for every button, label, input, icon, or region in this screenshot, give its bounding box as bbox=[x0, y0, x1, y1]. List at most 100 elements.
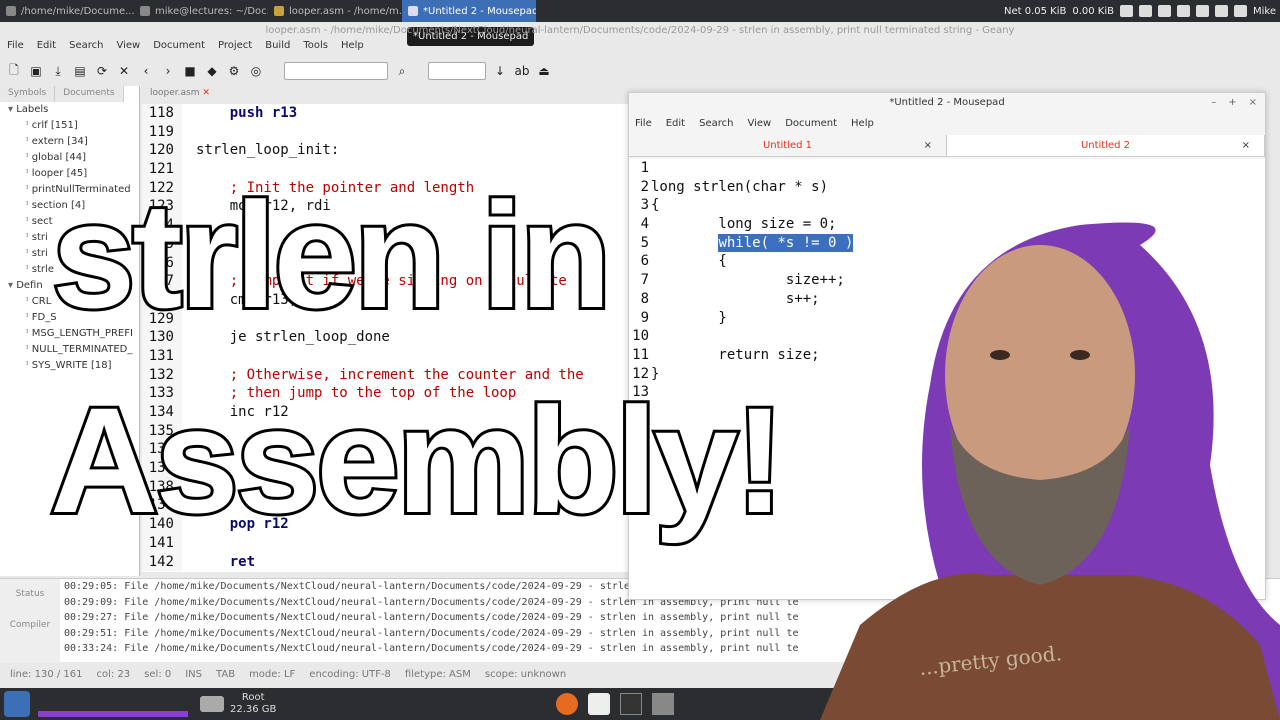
compile-icon[interactable]: ■ bbox=[182, 63, 198, 79]
line-number: 131 bbox=[142, 346, 182, 366]
code-text: push r13 bbox=[196, 105, 298, 121]
status-field: scope: unknown bbox=[484, 668, 567, 680]
run-icon[interactable]: ⚙ bbox=[226, 63, 242, 79]
code-text: strlen_loop_init: bbox=[196, 142, 340, 159]
window-close-icon[interactable]: × bbox=[1249, 93, 1257, 113]
geany-toolbar: 🗋 ▣ ⤓ ▤ ⟳ ✕ ‹ › ■ ◆ ⚙ ◎ ⌕ ↓ ab ⏏ bbox=[0, 58, 1280, 84]
task-file-manager[interactable]: /home/mike/Docume... bbox=[0, 0, 134, 22]
maximize-icon[interactable]: + bbox=[1228, 93, 1236, 113]
editor-launcher-icon[interactable] bbox=[588, 693, 611, 715]
file-tab[interactable]: looper.asm ✕ bbox=[142, 86, 218, 102]
task-geany[interactable]: looper.asm - /home/m... bbox=[268, 0, 402, 22]
volume-icon[interactable] bbox=[1234, 5, 1247, 17]
tab-untitled-1[interactable]: Untitled 1 × bbox=[629, 135, 947, 156]
menu-edit[interactable]: Edit bbox=[37, 40, 56, 56]
tab-status[interactable]: Status bbox=[0, 579, 60, 610]
user-label[interactable]: Mike bbox=[1253, 6, 1276, 17]
eject-icon[interactable] bbox=[1120, 5, 1133, 17]
code-text: ret bbox=[196, 553, 256, 570]
log-line: 00:29:27: File /home/mike/Documents/Next… bbox=[64, 612, 799, 623]
menu-build[interactable]: Build bbox=[265, 40, 290, 56]
tree-item[interactable]: ᶦ SYS_WRITE [18] bbox=[0, 358, 139, 374]
build-icon[interactable]: ◆ bbox=[204, 63, 220, 79]
mp-line-number: 11 bbox=[632, 346, 649, 363]
log-line: 00:33:24: File /home/mike/Documents/Next… bbox=[64, 643, 799, 654]
tab-close-icon[interactable]: × bbox=[924, 135, 932, 157]
eject-icon-2[interactable] bbox=[1139, 5, 1152, 17]
mp-menu-document[interactable]: Document bbox=[785, 113, 837, 135]
mp-line-number: 4 bbox=[640, 216, 649, 233]
minimize-icon[interactable]: – bbox=[1211, 93, 1216, 113]
save-icon[interactable]: ⤓ bbox=[50, 63, 66, 79]
geany-window-title: looper.asm - /home/mike/Documents/NextCl… bbox=[265, 25, 1015, 36]
close-icon[interactable]: ✕ bbox=[116, 63, 132, 79]
top-taskbar: /home/mike/Docume... mike@lectures: ~/Do… bbox=[0, 0, 1280, 22]
mp-line-number: 7 bbox=[640, 272, 649, 289]
firefox-icon[interactable] bbox=[556, 693, 579, 715]
reload-icon[interactable]: ⟳ bbox=[94, 63, 110, 79]
tree-item[interactable]: ᶦ NULL_TERMINATED_ bbox=[0, 342, 139, 358]
menu-search[interactable]: Search bbox=[69, 40, 103, 56]
menu-project[interactable]: Project bbox=[218, 40, 252, 56]
disk-label: Root bbox=[241, 692, 265, 703]
tab-documents[interactable]: Documents bbox=[55, 86, 124, 102]
quit-icon[interactable]: ⏏ bbox=[536, 63, 552, 79]
mp-line-number: 9 bbox=[640, 309, 649, 326]
tree-item[interactable]: ᶦ global [44] bbox=[0, 150, 139, 166]
battery-icon[interactable] bbox=[1215, 5, 1228, 17]
mp-line-number: 10 bbox=[632, 328, 649, 345]
tab-compiler[interactable]: Compiler bbox=[0, 610, 60, 641]
tree-item[interactable]: ᶦ extern [34] bbox=[0, 134, 139, 150]
menu-document[interactable]: Document bbox=[153, 40, 205, 56]
drive-icon[interactable] bbox=[200, 696, 224, 712]
display-icon[interactable] bbox=[1196, 5, 1209, 17]
open-file-icon[interactable]: ▣ bbox=[28, 63, 44, 79]
forward-icon[interactable]: › bbox=[160, 63, 176, 79]
status-field: sel: 0 bbox=[144, 668, 172, 680]
left-eye bbox=[990, 350, 1010, 360]
mp-menu-search[interactable]: Search bbox=[699, 113, 733, 135]
mp-menu-file[interactable]: File bbox=[635, 113, 652, 135]
task-terminal[interactable]: mike@lectures: ~/Doc... bbox=[134, 0, 268, 22]
terminal-launcher-icon[interactable] bbox=[620, 693, 643, 715]
search-icon[interactable]: ⌕ bbox=[394, 63, 410, 79]
goto-line-input[interactable] bbox=[428, 62, 486, 80]
network-icon[interactable] bbox=[1177, 5, 1190, 17]
start-menu-icon[interactable] bbox=[4, 691, 30, 717]
tree-item[interactable]: ᶦ crlf [151] bbox=[0, 118, 139, 134]
file-tab-close-icon[interactable]: ✕ bbox=[202, 88, 210, 98]
calculator-icon[interactable] bbox=[652, 693, 675, 715]
mousepad-tabs: Untitled 1 × Untitled 2 × bbox=[629, 135, 1265, 157]
mp-code-text bbox=[651, 234, 718, 253]
tab-symbols[interactable]: Symbols bbox=[0, 86, 56, 102]
status-field: filetype: ASM bbox=[404, 668, 471, 680]
menu-file[interactable]: File bbox=[7, 40, 24, 56]
color-chooser-icon[interactable]: ◎ bbox=[248, 63, 264, 79]
back-icon[interactable]: ‹ bbox=[138, 63, 154, 79]
menu-tools[interactable]: Tools bbox=[303, 40, 328, 56]
net-up-label: 0.00 KiB bbox=[1072, 5, 1114, 17]
mp-line: 2 long strlen(char * s) bbox=[629, 178, 1265, 197]
tab-untitled-2[interactable]: Untitled 2 × bbox=[947, 135, 1265, 156]
line-number: 142 bbox=[142, 552, 182, 572]
menu-view[interactable]: View bbox=[116, 40, 140, 56]
mp-menu-help[interactable]: Help bbox=[851, 113, 874, 135]
task-mousepad[interactable]: *Untitled 2 - Mousepad bbox=[402, 0, 536, 22]
tree-node-icon: ▾ bbox=[8, 104, 17, 115]
tab-close-icon[interactable]: × bbox=[1242, 135, 1250, 157]
mp-menu-edit[interactable]: Edit bbox=[666, 113, 685, 135]
goto-line-icon[interactable]: ↓ bbox=[492, 63, 508, 79]
new-file-icon[interactable]: 🗋 bbox=[6, 63, 22, 79]
line-number: 118 bbox=[142, 104, 182, 123]
line-number: 120 bbox=[142, 141, 182, 161]
eject-icon-3[interactable] bbox=[1158, 5, 1171, 17]
replace-icon[interactable]: ab bbox=[514, 63, 530, 79]
mp-menu-view[interactable]: View bbox=[747, 113, 771, 135]
tree-item[interactable]: ▾ Labels bbox=[0, 102, 139, 118]
menu-help[interactable]: Help bbox=[341, 40, 364, 56]
code-line: 118 push r13 bbox=[142, 104, 630, 123]
search-input[interactable] bbox=[284, 62, 388, 80]
save-all-icon[interactable]: ▤ bbox=[72, 63, 88, 79]
disk-size: 22.36 GB bbox=[230, 704, 277, 715]
